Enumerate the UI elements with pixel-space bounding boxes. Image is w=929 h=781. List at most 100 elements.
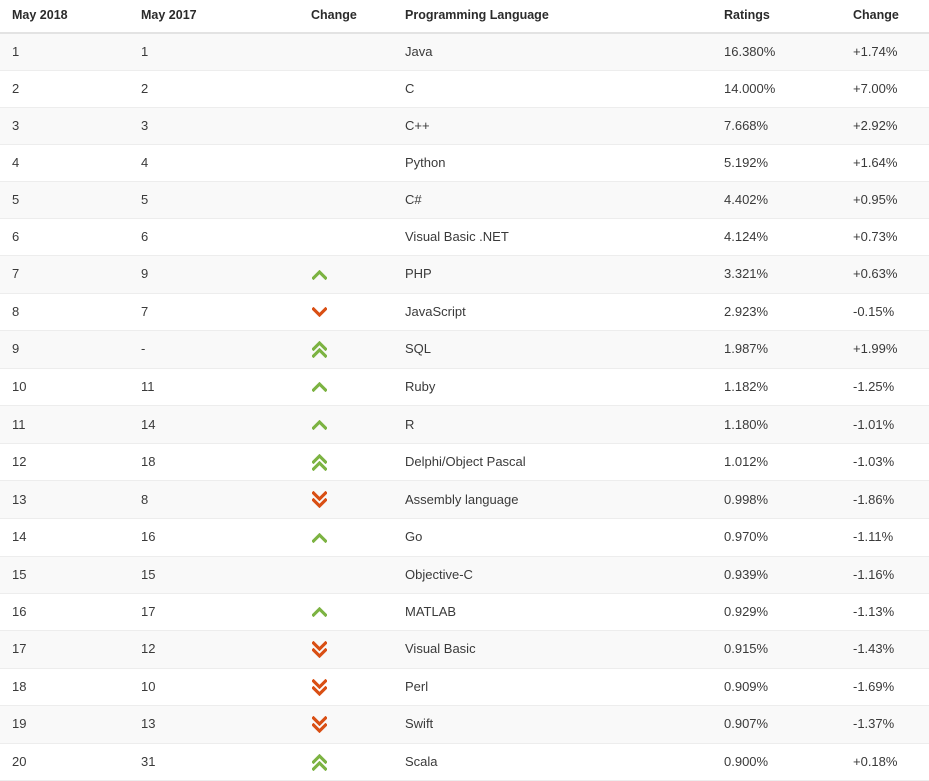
cell-ratings: 1.012%	[724, 454, 769, 470]
table-row: 7 9 PHP 3.321% +0.63%	[0, 255, 929, 294]
cell-rank-new: 14	[12, 529, 27, 545]
cell-change-indicator	[281, 406, 393, 444]
cell-language: PHP	[405, 266, 432, 282]
cell-change-percent: +1.99%	[853, 341, 898, 357]
table-row: 16 17 MATLAB 0.929% -1.13%	[0, 593, 929, 631]
cell-change-indicator	[281, 256, 393, 294]
cell-rank-new: 13	[12, 491, 27, 507]
chevron-double-up-icon	[311, 332, 328, 368]
change-indicator-none	[311, 166, 312, 167]
cell-rank-new: 10	[12, 378, 27, 394]
cell-language: Visual Basic .NET	[405, 229, 509, 244]
cell-change-percent: +0.95%	[853, 192, 898, 207]
table-row: 18 10 Perl 0.909% -1.69%	[0, 668, 929, 706]
cell-change-indicator	[281, 518, 393, 556]
chevron-up-icon	[311, 520, 328, 556]
table-row: 14 16 Go 0.970% -1.11%	[0, 518, 929, 556]
cell-rank-new: 12	[12, 454, 27, 470]
cell-language: Perl	[405, 678, 429, 694]
chevron-double-down-icon	[311, 482, 328, 518]
table-row: 12 18 Delphi/Object Pascal 1.012% -1.03%	[0, 443, 929, 481]
table-row: 19 13 Swift 0.907% -1.37%	[0, 705, 929, 744]
programming-language-ranking-table: May 2018 May 2017 Change Programming Lan…	[0, 0, 929, 781]
cell-change-percent: +2.92%	[853, 118, 898, 133]
chevron-up-icon	[311, 369, 328, 405]
column-header-ratings: Ratings	[704, 0, 829, 33]
cell-change-indicator	[281, 706, 393, 744]
cell-change-indicator	[281, 556, 393, 593]
change-indicator-none	[311, 92, 312, 93]
table-row: 9 - SQL 1.987% +1.99%	[0, 330, 929, 369]
table-row: 2 2 C 14.000% +7.00%	[0, 70, 929, 108]
cell-ratings: 2.923%	[724, 303, 769, 319]
cell-ratings: 0.915%	[724, 641, 769, 657]
cell-language: MATLAB	[405, 603, 457, 619]
cell-change-indicator	[281, 593, 393, 631]
cell-change-percent: +1.74%	[853, 44, 898, 59]
cell-language: Visual Basic	[405, 641, 476, 657]
cell-rank-new: 18	[12, 678, 27, 694]
cell-language: C	[405, 81, 415, 96]
cell-rank-old: 16	[141, 529, 156, 545]
cell-rank-old: 18	[141, 454, 156, 470]
chevron-up-icon	[311, 257, 328, 293]
cell-ratings: 1.180%	[724, 416, 769, 432]
cell-rank-old: 17	[141, 603, 156, 619]
cell-change-indicator	[281, 368, 393, 406]
cell-change-percent: -1.03%	[853, 454, 895, 470]
chevron-double-down-icon	[311, 669, 328, 705]
cell-rank-new: 8	[12, 303, 20, 319]
table-row: 11 14 R 1.180% -1.01%	[0, 405, 929, 444]
cell-ratings: 1.182%	[724, 378, 769, 394]
column-header-rank-new: May 2018	[0, 0, 131, 33]
cell-language: Objective-C	[405, 566, 473, 582]
column-header-language: Programming Language	[393, 0, 704, 33]
cell-ratings: 14.000%	[724, 81, 776, 96]
cell-change-percent: -0.15%	[853, 303, 895, 319]
chevron-double-down-icon	[311, 707, 328, 743]
cell-rank-old: 6	[141, 229, 149, 244]
cell-language: Assembly language	[405, 491, 519, 507]
cell-language: C#	[405, 192, 422, 207]
cell-language: Scala	[405, 754, 438, 770]
cell-ratings: 0.970%	[724, 529, 769, 545]
cell-rank-old: 9	[141, 266, 149, 282]
chevron-up-icon	[311, 407, 328, 443]
cell-rank-old: 12	[141, 641, 156, 657]
table-row: 20 31 Scala 0.900% +0.18%	[0, 743, 929, 781]
cell-language: Ruby	[405, 378, 436, 394]
cell-rank-new: 9	[12, 341, 20, 357]
chevron-double-up-icon	[311, 444, 328, 480]
chevron-double-up-icon	[311, 744, 328, 780]
cell-rank-old: 4	[141, 155, 149, 170]
cell-change-indicator	[281, 33, 393, 71]
cell-ratings: 0.900%	[724, 754, 769, 770]
cell-rank-old: 2	[141, 81, 149, 96]
cell-rank-new: 17	[12, 641, 27, 657]
cell-change-indicator	[281, 443, 393, 481]
cell-change-indicator	[281, 145, 393, 182]
cell-change-percent: -1.69%	[853, 678, 895, 694]
cell-rank-new: 20	[12, 754, 27, 770]
cell-change-indicator	[281, 293, 393, 331]
cell-change-indicator	[281, 668, 393, 706]
chevron-down-icon	[311, 294, 328, 330]
cell-rank-old: 14	[141, 416, 156, 432]
cell-language: Java	[405, 44, 433, 59]
cell-change-indicator	[281, 631, 393, 669]
cell-rank-new: 15	[12, 566, 27, 582]
cell-rank-old: 13	[141, 716, 156, 732]
column-header-change-indicator: Change	[281, 0, 393, 33]
table-row: 5 5 C# 4.402% +0.95%	[0, 181, 929, 219]
cell-ratings: 3.321%	[724, 266, 769, 282]
cell-language: JavaScript	[405, 303, 466, 319]
cell-language: Delphi/Object Pascal	[405, 454, 526, 470]
cell-rank-old: 15	[141, 566, 156, 582]
cell-change-percent: -1.13%	[853, 603, 895, 619]
cell-ratings: 4.124%	[724, 229, 769, 244]
cell-rank-old: 11	[141, 378, 155, 394]
cell-rank-old: 5	[141, 192, 149, 207]
table-header: May 2018 May 2017 Change Programming Lan…	[0, 0, 929, 33]
cell-change-percent: +0.73%	[853, 229, 898, 244]
cell-rank-new: 7	[12, 266, 20, 282]
